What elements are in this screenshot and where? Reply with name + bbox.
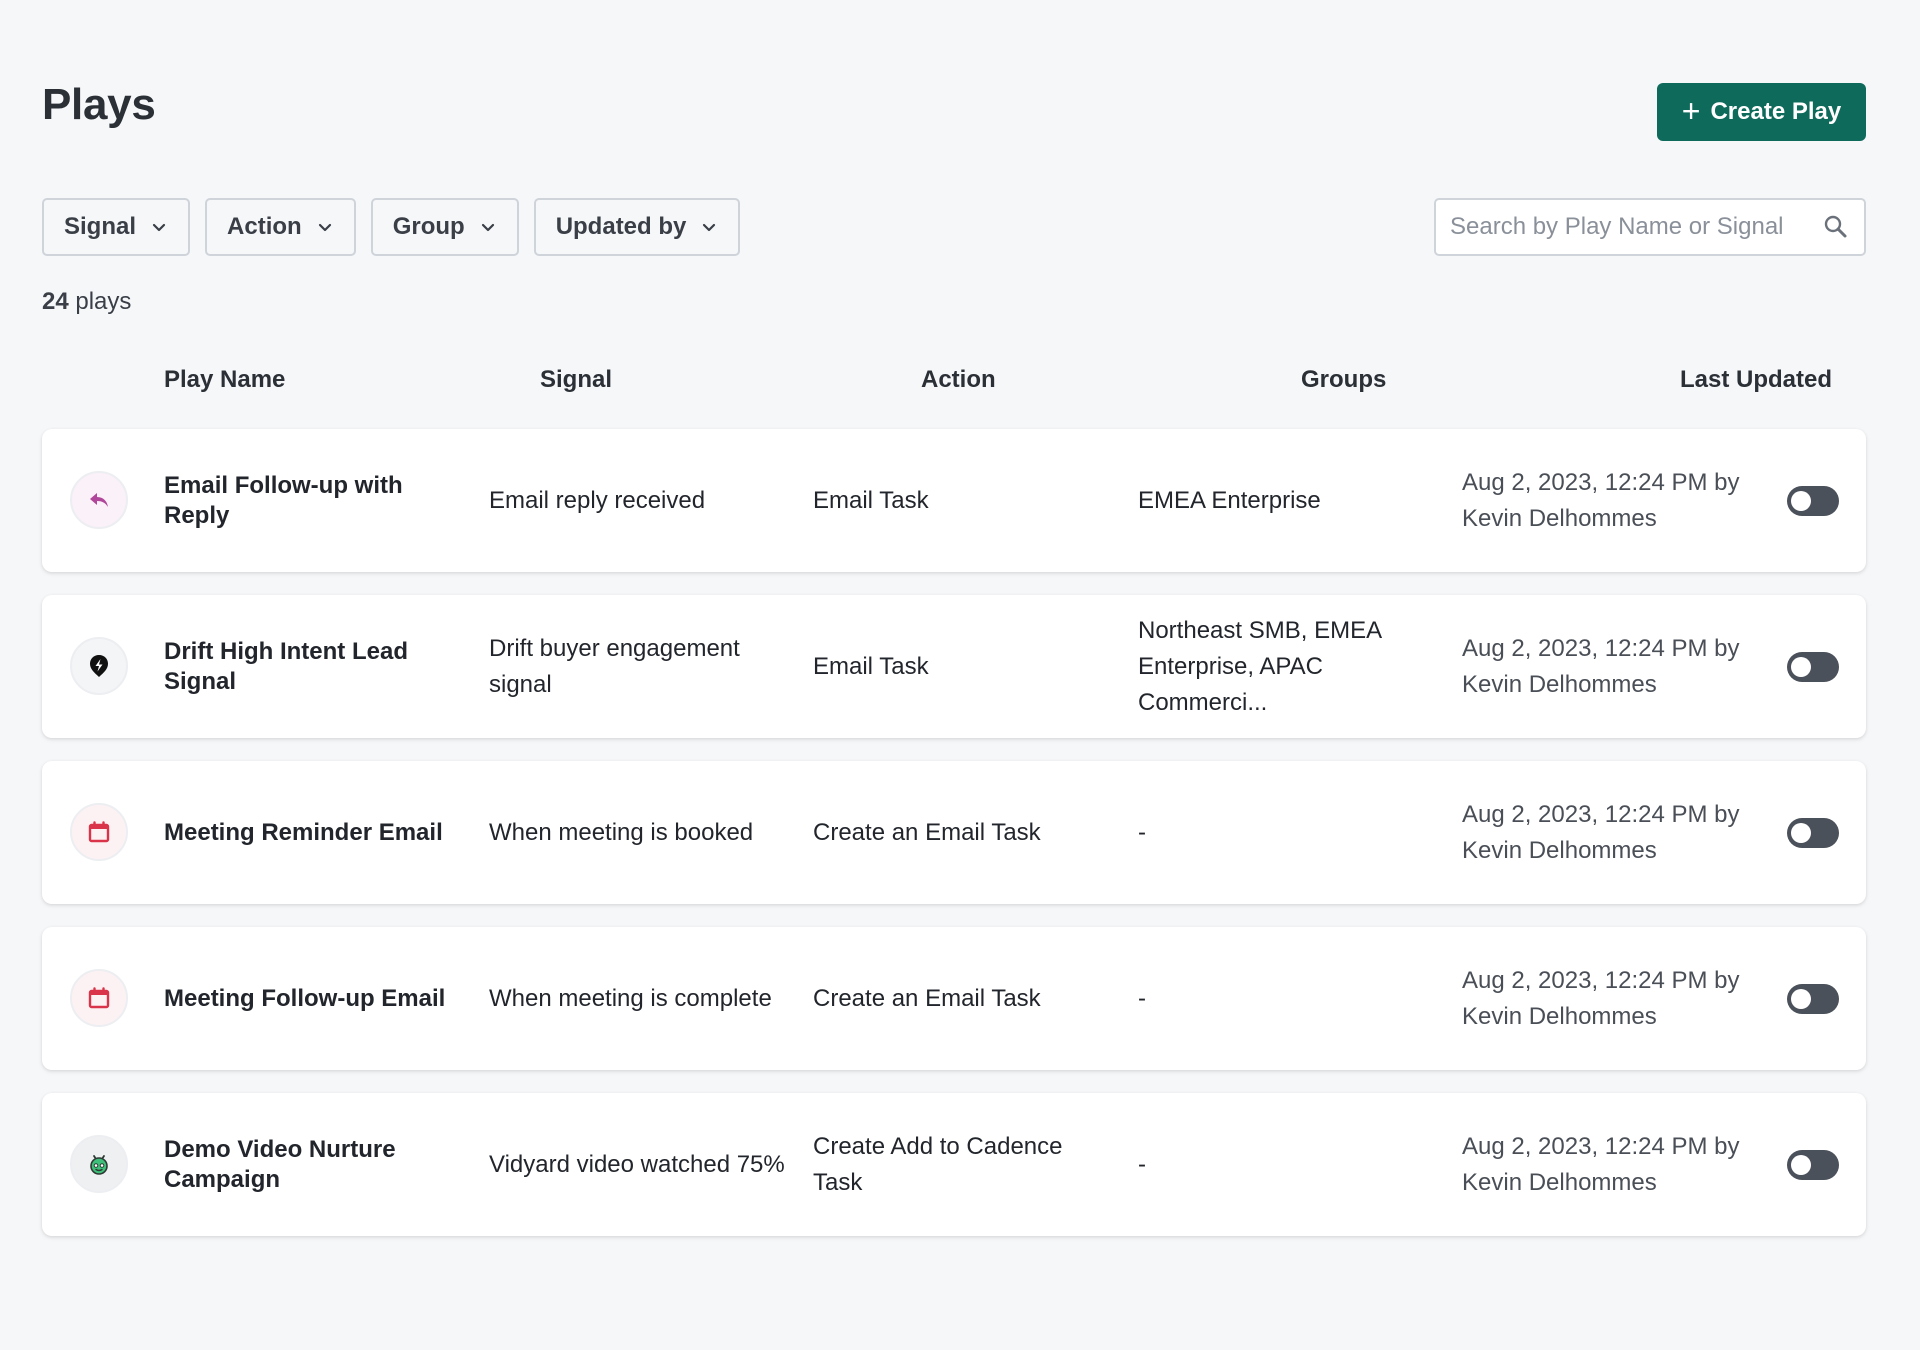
- table-row[interactable]: Email Follow-up with Reply Email reply r…: [42, 429, 1866, 572]
- play-groups: EMEA Enterprise: [1138, 486, 1321, 514]
- play-signal: Vidyard video watched 75%: [489, 1150, 785, 1178]
- play-signal: When meeting is booked: [489, 818, 754, 846]
- vidyard-icon: [70, 1135, 128, 1193]
- column-header-signal[interactable]: Signal: [540, 366, 612, 394]
- play-enabled-toggle[interactable]: [1787, 1150, 1839, 1180]
- filter-group-label: Group: [392, 213, 465, 240]
- chevron-down-icon: [152, 223, 166, 232]
- play-enabled-toggle[interactable]: [1787, 652, 1839, 682]
- play-signal: Drift buyer engagement signal: [489, 634, 740, 698]
- filter-action-dropdown[interactable]: Action: [205, 198, 356, 256]
- toggle-knob: [1791, 1155, 1811, 1175]
- play-action: Create an Email Task: [813, 984, 1041, 1012]
- play-groups: Northeast SMB, EMEA Enterprise, APAC Com…: [1138, 616, 1381, 716]
- play-name[interactable]: Email Follow-up with Reply: [164, 429, 464, 572]
- play-groups: -: [1138, 1150, 1146, 1178]
- table-header: Play Name Signal Action Groups Last Upda…: [0, 366, 1920, 400]
- play-action: Create an Email Task: [813, 818, 1041, 846]
- filter-updated-by-dropdown[interactable]: Updated by: [533, 198, 741, 256]
- column-header-last-updated[interactable]: Last Updated: [1680, 366, 1832, 394]
- table-row[interactable]: Meeting Follow-up Email When meeting is …: [42, 927, 1866, 1070]
- play-name[interactable]: Meeting Reminder Email: [164, 761, 464, 904]
- chevron-down-icon: [481, 223, 494, 232]
- toggle-knob: [1791, 491, 1811, 511]
- play-last-updated: Aug 2, 2023, 12:24 PM by Kevin Delhommes: [1462, 800, 1740, 864]
- toggle-knob: [1791, 823, 1811, 843]
- play-groups: -: [1138, 984, 1146, 1012]
- filter-updated-by-label: Updated by: [555, 213, 687, 240]
- play-signal: Email reply received: [489, 486, 706, 514]
- chevron-down-icon: [318, 223, 331, 232]
- play-name[interactable]: Drift High Intent Lead Signal: [164, 595, 464, 738]
- search-box: [1434, 198, 1866, 256]
- play-action: Email Task: [813, 652, 929, 680]
- drift-icon: [70, 637, 128, 695]
- toggle-knob: [1791, 989, 1811, 1009]
- play-enabled-toggle[interactable]: [1787, 486, 1839, 516]
- column-header-groups[interactable]: Groups: [1301, 366, 1386, 394]
- filter-bar: Signal Action Group Updated by: [42, 198, 741, 256]
- play-last-updated: Aug 2, 2023, 12:24 PM by Kevin Delhommes: [1462, 468, 1740, 532]
- filter-action-label: Action: [227, 213, 302, 240]
- calendar-icon: [70, 969, 128, 1027]
- table-row[interactable]: Meeting Reminder Email When meeting is b…: [42, 761, 1866, 904]
- column-header-play-name[interactable]: Play Name: [164, 366, 285, 394]
- chevron-down-icon: [703, 223, 716, 232]
- create-play-label: Create Play: [1710, 98, 1842, 125]
- plays-table: Email Follow-up with Reply Email reply r…: [42, 429, 1866, 1259]
- reply-icon: [70, 471, 128, 529]
- plays-count-number: 24: [42, 288, 69, 315]
- plays-count: 24 plays: [42, 288, 131, 316]
- table-row[interactable]: Drift High Intent Lead Signal Drift buye…: [42, 595, 1866, 738]
- search-icon[interactable]: [1822, 213, 1850, 241]
- filter-signal-dropdown[interactable]: Signal: [42, 198, 191, 256]
- play-signal: When meeting is complete: [489, 984, 772, 1012]
- filter-signal-label: Signal: [64, 213, 137, 240]
- play-enabled-toggle[interactable]: [1787, 984, 1839, 1014]
- play-action: Create Add to Cadence Task: [813, 1132, 1063, 1196]
- toggle-knob: [1791, 657, 1811, 677]
- play-groups: -: [1138, 818, 1146, 846]
- play-last-updated: Aug 2, 2023, 12:24 PM by Kevin Delhommes: [1462, 966, 1740, 1030]
- column-header-action[interactable]: Action: [921, 366, 996, 394]
- filter-group-dropdown[interactable]: Group: [370, 198, 519, 256]
- plus-icon: +: [1681, 92, 1701, 129]
- page-title: Plays: [42, 80, 156, 129]
- play-last-updated: Aug 2, 2023, 12:24 PM by Kevin Delhommes: [1462, 1132, 1740, 1196]
- play-name[interactable]: Meeting Follow-up Email: [164, 927, 464, 1070]
- plays-count-label: plays: [75, 288, 132, 315]
- play-action: Email Task: [813, 486, 929, 514]
- play-last-updated: Aug 2, 2023, 12:24 PM by Kevin Delhommes: [1462, 634, 1740, 698]
- table-row[interactable]: Demo Video Nurture Campaign Vidyard vide…: [42, 1093, 1866, 1236]
- create-play-button[interactable]: + Create Play: [1657, 83, 1866, 141]
- play-name[interactable]: Demo Video Nurture Campaign: [164, 1093, 464, 1236]
- search-input[interactable]: [1450, 213, 1822, 241]
- calendar-icon: [70, 803, 128, 861]
- play-enabled-toggle[interactable]: [1787, 818, 1839, 848]
